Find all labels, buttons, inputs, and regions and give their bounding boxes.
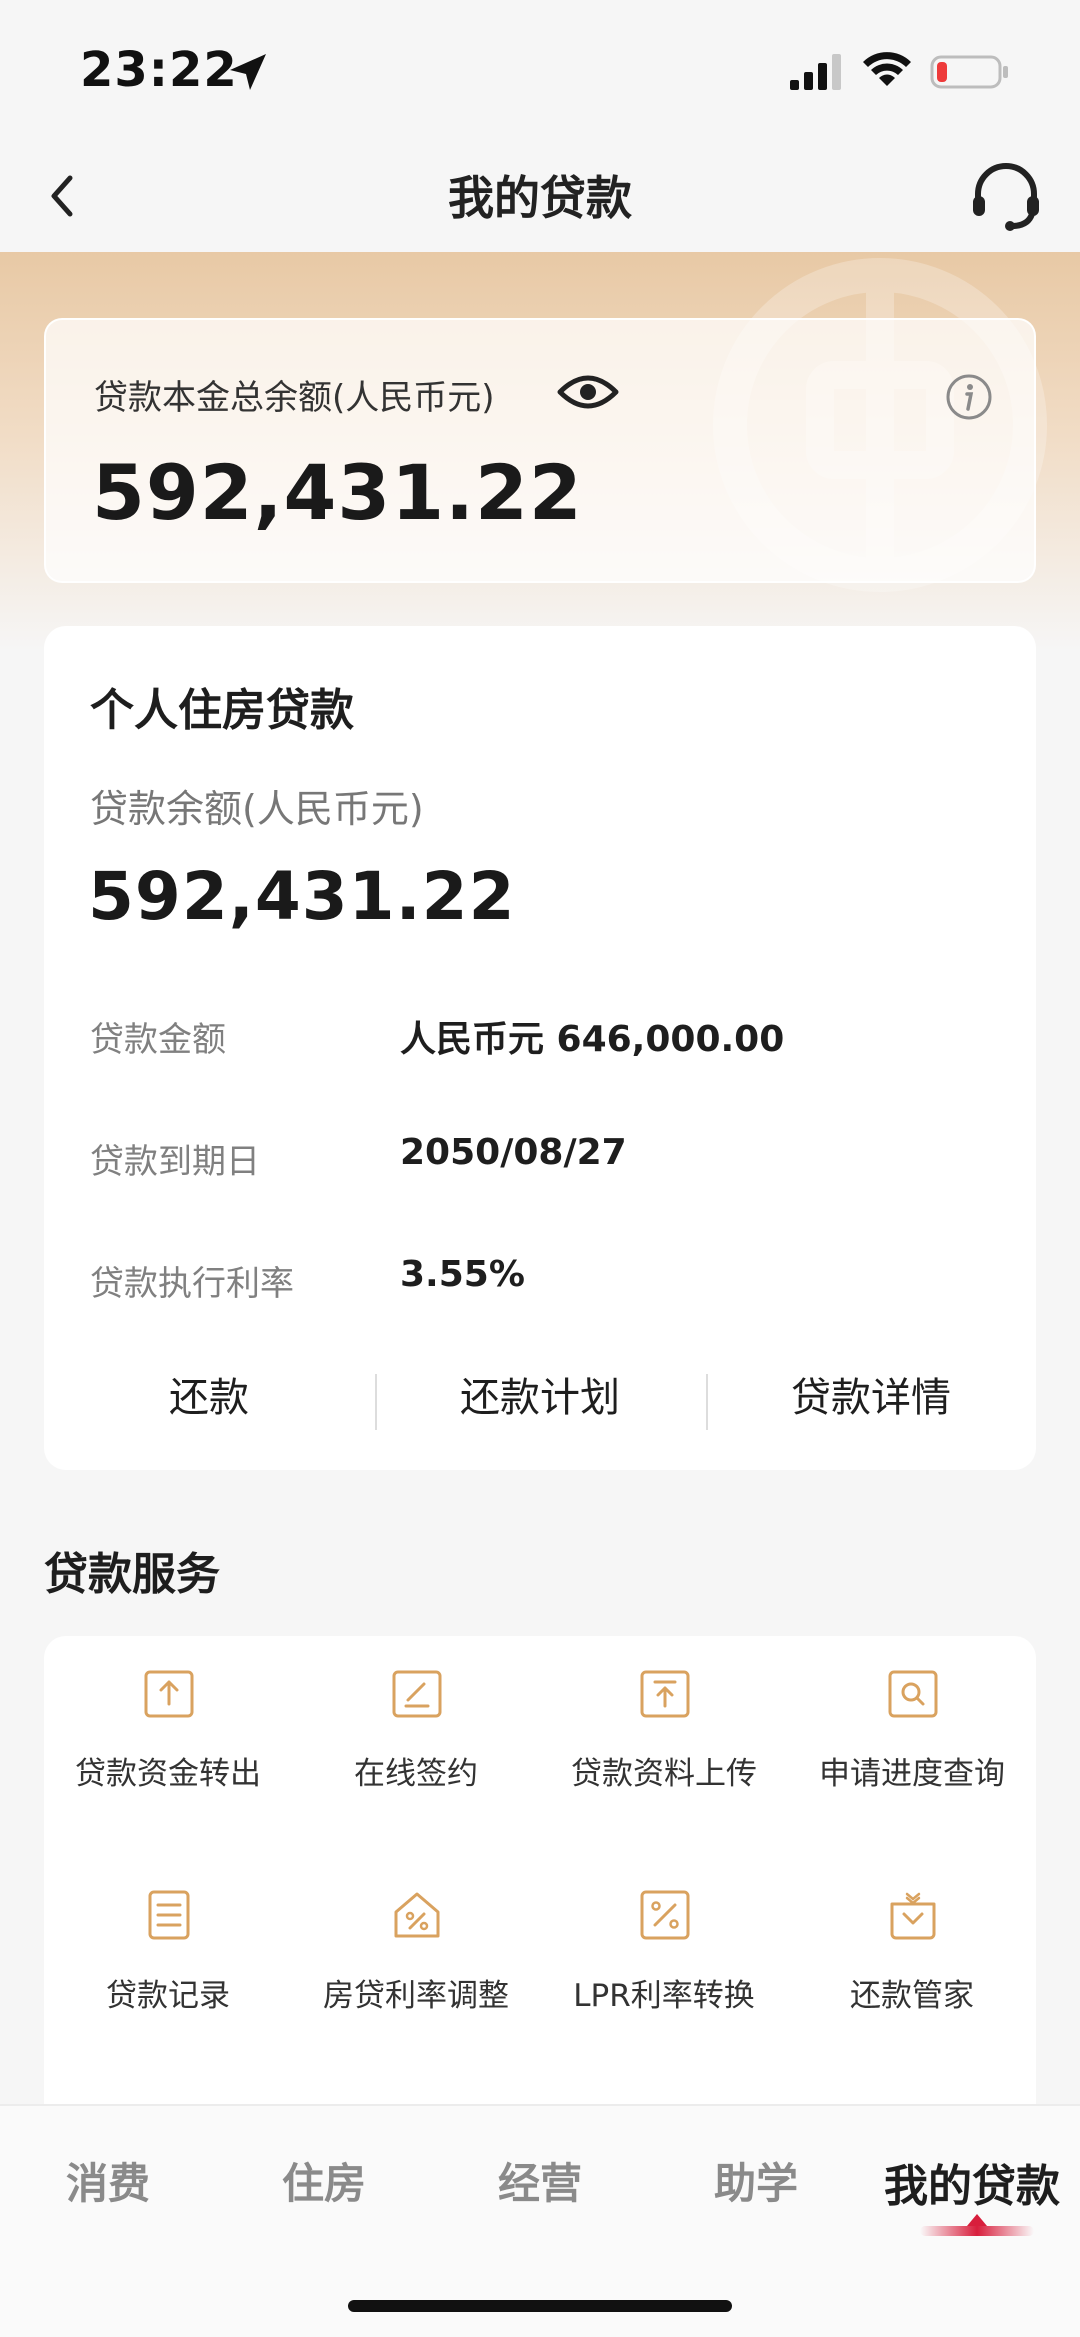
loan-due-date-row: 贷款到期日 2050/08/27 [90, 1126, 990, 1186]
tab-consumer[interactable]: 消费 [0, 2150, 216, 2211]
wifi-icon [863, 52, 911, 86]
loan-rate-value: 3.55% [400, 1254, 525, 1295]
service-mortgage-rate-adjust[interactable]: 房贷利率调整 [292, 1858, 540, 2038]
repay-butler-icon [890, 1892, 936, 1940]
status-time: 23:22 [80, 42, 238, 98]
house-rate-icon [394, 1892, 440, 1938]
service-progress-query[interactable]: 申请进度查询 [788, 1636, 1036, 1816]
service-transfer-out[interactable]: 贷款资金转出 [44, 1636, 292, 1816]
progress-search-icon [888, 1670, 938, 1718]
loan-details-button[interactable]: 贷款详情 [706, 1366, 1036, 1446]
loan-rate-label: 贷款执行利率 [90, 1264, 294, 1304]
total-balance-card: 贷款本金总余额(人民币元) 592,431.22 [44, 318, 1036, 583]
loan-actions: 还款 还款计划 贷款详情 [44, 1366, 1036, 1446]
service-label: 房贷利率调整 [323, 1978, 509, 2014]
repay-plan-button[interactable]: 还款计划 [375, 1366, 705, 1446]
loan-amount-label: 贷款金额 [90, 1020, 226, 1060]
loan-due-date-value: 2050/08/27 [400, 1132, 627, 1173]
service-label: 贷款资料上传 [571, 1756, 757, 1792]
tab-business[interactable]: 经营 [432, 2150, 648, 2211]
service-label: 在线签约 [354, 1756, 478, 1792]
service-label: LPR利率转换 [573, 1978, 755, 2014]
info-icon[interactable] [944, 372, 994, 422]
service-online-sign[interactable]: 在线签约 [292, 1636, 540, 1816]
total-balance-value: 592,431.22 [92, 448, 583, 537]
tab-housing[interactable]: 住房 [216, 2150, 432, 2211]
tab-student[interactable]: 助学 [648, 2150, 864, 2211]
battery-icon [930, 55, 1008, 89]
total-balance-label: 贷款本金总余额(人民币元) [94, 378, 495, 418]
service-label: 还款管家 [850, 1978, 974, 2014]
record-icon [148, 1890, 190, 1940]
cellular-signal-icon [790, 54, 841, 90]
loan-balance-label: 贷款余额(人民币元) [90, 787, 424, 831]
tab-my-loans[interactable]: 我的贷款 [864, 2150, 1080, 2214]
services-card: 贷款资金转出 在线签约 贷款资料上传 申请进度查询 贷款记录 房贷利率调整 LP… [44, 1636, 1036, 2136]
location-arrow-icon [230, 54, 266, 90]
loan-rate-row: 贷款执行利率 3.55% [90, 1248, 990, 1308]
eye-visibility-icon[interactable] [556, 370, 620, 414]
tab-indicator-arrow [967, 2214, 987, 2226]
page-title: 我的贷款 [448, 171, 632, 225]
status-bar: 23:22 [0, 0, 1080, 140]
service-repay-butler[interactable]: 还款管家 [788, 1858, 1036, 2038]
loan-balance-value: 592,431.22 [88, 858, 516, 935]
transfer-out-icon [144, 1670, 194, 1718]
loan-type-title: 个人住房贷款 [90, 685, 354, 736]
customer-service-headset-icon[interactable] [968, 158, 1044, 234]
tab-active-indicator [920, 2226, 1034, 2236]
services-section-title: 贷款服务 [44, 1549, 220, 1600]
nav-bar: 我的贷款 [0, 140, 1080, 252]
upload-icon [640, 1670, 690, 1718]
loan-card[interactable]: 个人住房贷款 贷款余额(人民币元) 592,431.22 贷款金额 人民币元 6… [44, 626, 1036, 1470]
service-loan-record[interactable]: 贷款记录 [44, 1858, 292, 2038]
sign-icon [392, 1670, 442, 1718]
service-lpr-convert[interactable]: LPR利率转换 [540, 1858, 788, 2038]
home-indicator[interactable] [348, 2300, 732, 2312]
loan-amount-value: 人民币元 646,000.00 [400, 1019, 785, 1060]
service-label: 贷款记录 [106, 1978, 230, 2014]
service-label: 申请进度查询 [819, 1756, 1005, 1792]
loan-amount-row: 贷款金额 人民币元 646,000.00 [90, 1004, 990, 1064]
lpr-rate-icon [640, 1890, 690, 1940]
loan-due-date-label: 贷款到期日 [90, 1142, 260, 1182]
repay-button[interactable]: 还款 [44, 1366, 374, 1446]
service-label: 贷款资金转出 [75, 1756, 261, 1792]
service-upload-docs[interactable]: 贷款资料上传 [540, 1636, 788, 1816]
